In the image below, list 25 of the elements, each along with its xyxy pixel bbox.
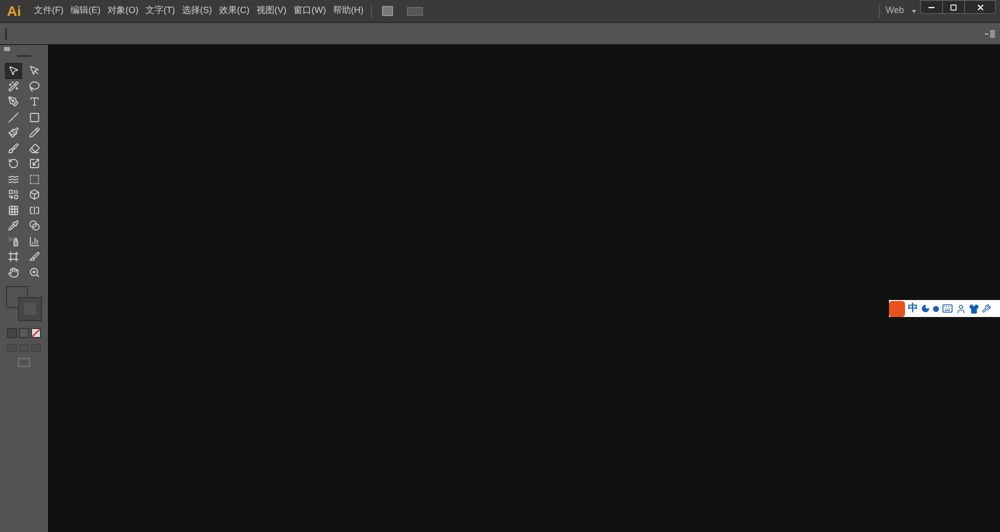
stroke-swatch[interactable] <box>19 298 41 320</box>
close-icon <box>976 2 984 12</box>
keyboard-icon[interactable] <box>942 303 953 314</box>
wrench-icon[interactable] <box>982 304 991 313</box>
none-mode-icon[interactable] <box>31 328 41 338</box>
maximize-icon <box>950 4 957 10</box>
app-logo: Ai <box>7 4 22 18</box>
menu-item[interactable]: 编辑(E) <box>68 4 104 18</box>
color-mode-icon[interactable] <box>7 328 17 338</box>
panel-menu-icon[interactable] <box>985 30 995 38</box>
menu-item[interactable]: 帮助(H) <box>330 4 366 18</box>
grip-handle[interactable] <box>5 28 7 40</box>
user-icon[interactable] <box>956 304 966 314</box>
moon-icon[interactable] <box>921 304 930 313</box>
menu-item[interactable]: 文件(F) <box>31 4 66 18</box>
caret-icon <box>912 10 916 12</box>
menu-item[interactable]: 效果(C) <box>216 4 252 18</box>
menu-item[interactable]: 对象(O) <box>104 4 142 18</box>
menu-item[interactable]: 视图(V) <box>254 4 290 18</box>
menu-item[interactable]: 文字(T) <box>142 4 178 18</box>
workspace-switcher[interactable]: Web <box>886 4 916 18</box>
shirt-icon[interactable] <box>969 304 979 314</box>
ime-language[interactable]: 中 <box>908 301 918 316</box>
menu-item[interactable]: 选择(S) <box>179 4 215 18</box>
menu-item[interactable]: 窗口(W) <box>290 4 329 18</box>
